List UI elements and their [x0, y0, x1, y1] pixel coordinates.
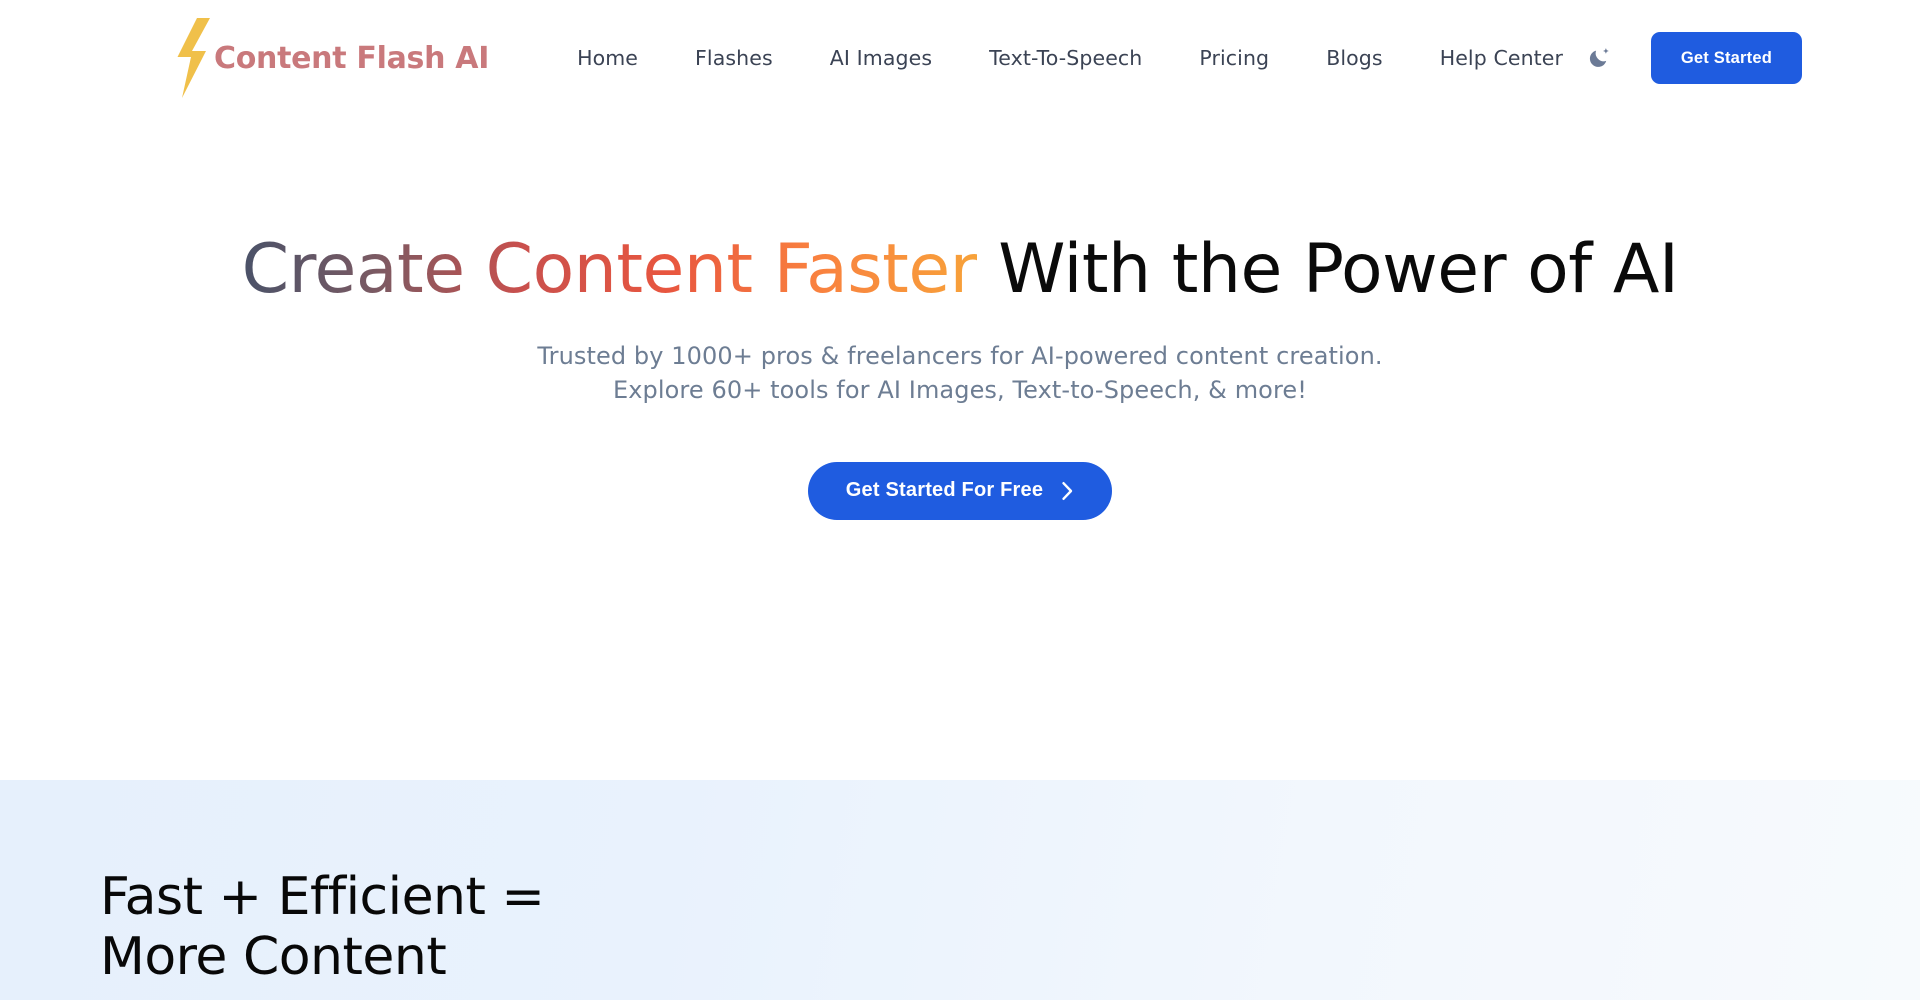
- chevron-right-icon: [1062, 481, 1073, 500]
- header-get-started-button[interactable]: Get Started: [1650, 32, 1802, 84]
- hero-subtitle-line-2: Explore 60+ tools for AI Images, Text-to…: [612, 375, 1307, 404]
- brand-name: Content Flash AI: [214, 40, 490, 76]
- nav-item-blogs[interactable]: Blogs: [1326, 46, 1383, 70]
- moon-sparkle-icon: [1589, 48, 1609, 67]
- hero-section: Create Content Faster With the Power of …: [0, 116, 1920, 780]
- lightning-bolt-icon: [177, 18, 210, 98]
- nav-item-flashes[interactable]: Flashes: [695, 46, 773, 70]
- nav-item-text-to-speech[interactable]: Text-To-Speech: [989, 46, 1142, 70]
- hero-title-gradient-text: Create Content Faster: [241, 230, 978, 309]
- header-actions: Get Started: [1583, 32, 1802, 84]
- dark-mode-toggle-button[interactable]: [1583, 41, 1617, 75]
- main-navigation: Home Flashes AI Images Text-To-Speech Pr…: [577, 46, 1563, 70]
- feature-section: Fast + Efficient = More Content: [0, 780, 1920, 1000]
- hero-cta-label: Get Started For Free: [845, 479, 1044, 502]
- feature-section-heading: Fast + Efficient = More Content: [100, 867, 545, 987]
- hero-subtitle-line-1: Trusted by 1000+ pros & freelancers for …: [537, 342, 1383, 371]
- landing-page: Content Flash AI Home Flashes AI Images …: [0, 0, 1920, 1000]
- hero-subtitle: Trusted by 1000+ pros & freelancers for …: [537, 340, 1382, 406]
- nav-item-home[interactable]: Home: [577, 46, 638, 70]
- nav-item-ai-images[interactable]: AI Images: [830, 46, 932, 70]
- nav-item-help-center[interactable]: Help Center: [1440, 46, 1563, 70]
- hero-title-plain-text: With the Power of AI: [977, 230, 1679, 309]
- hero-get-started-free-button[interactable]: Get Started For Free: [807, 461, 1113, 520]
- brand-logo[interactable]: Content Flash AI: [177, 16, 490, 100]
- nav-item-pricing[interactable]: Pricing: [1199, 46, 1269, 70]
- hero-title: Create Content Faster With the Power of …: [242, 233, 1679, 306]
- site-header: Content Flash AI Home Flashes AI Images …: [0, 0, 1920, 116]
